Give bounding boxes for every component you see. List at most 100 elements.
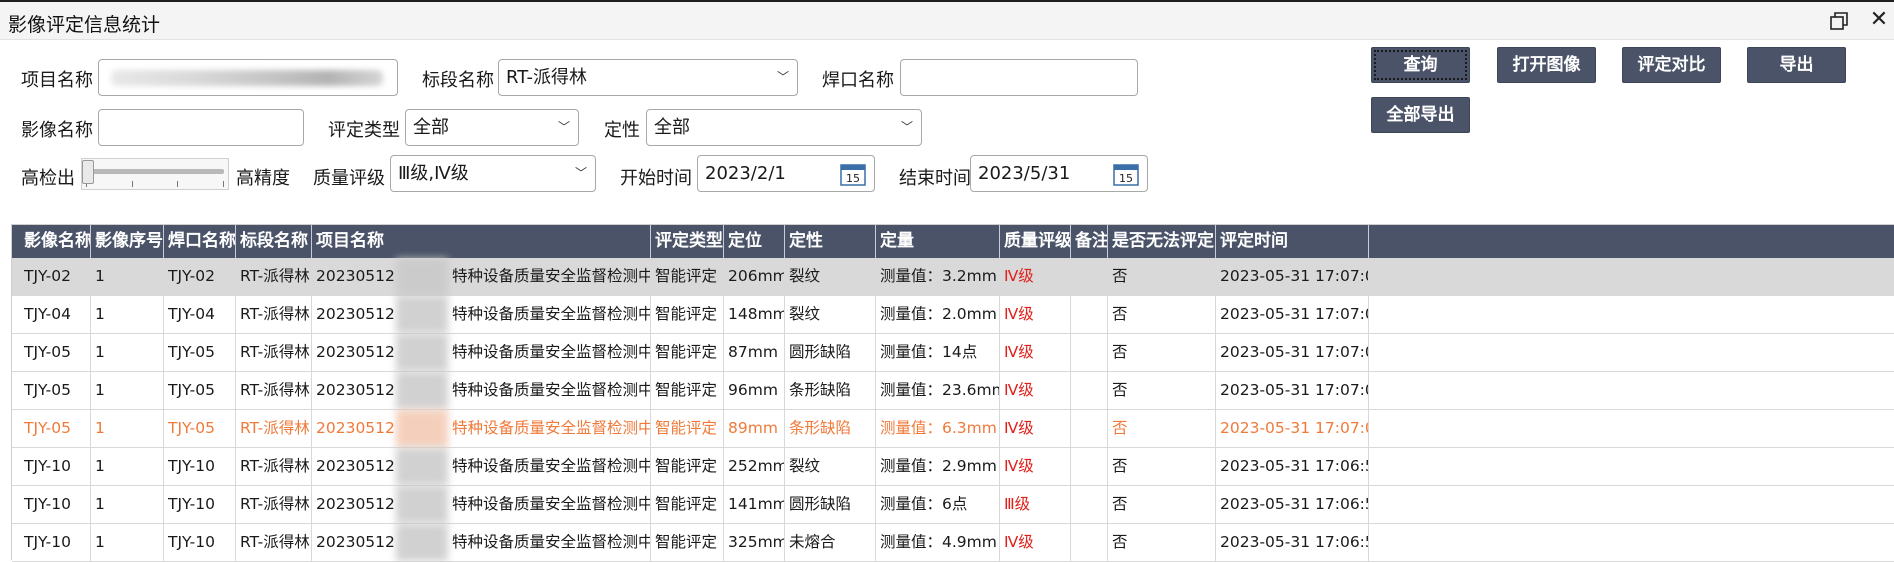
cell-proj_a: 20230512 [316,533,395,551]
svg-text:15: 15 [846,172,860,185]
col-eval-time[interactable]: 评定时间 [1216,225,1369,258]
table-row[interactable]: TJY-10 1 TJY-10 RT-派得林 20230512 特种设备质量安全监督检测中… [12,448,1894,486]
detection-precision-slider[interactable] [81,158,229,190]
close-icon[interactable]: ✕ [1866,8,1892,34]
table-row[interactable]: TJY-10 1 TJY-10 RT-派得林 20230512 特种设备质量安全监督检测中… [12,524,1894,562]
export-button[interactable]: 导出 [1747,47,1846,83]
cell-image: TJY-05 [20,334,91,371]
query-button[interactable]: 查询 [1371,47,1470,83]
cell-unable: 否 [1108,334,1216,371]
cell-quant: 测量值：6点 [876,486,1000,523]
cell-grade: Ⅳ级 [1000,410,1071,447]
cell-time: 2023-05-31 17:06:58 [1216,524,1369,561]
export-all-button[interactable]: 全部导出 [1371,97,1470,133]
calendar-icon[interactable]: 15 [1113,162,1139,186]
redacted-project-segment [396,296,448,333]
cell-nature: 未熔合 [785,524,876,561]
cell-note [1071,258,1108,295]
col-section-name[interactable]: 标段名称 [236,225,312,258]
cell-nature: 裂纹 [785,448,876,485]
open-image-button[interactable]: 打开图像 [1497,47,1596,83]
cell-proj_a: 20230512 [316,381,395,399]
table-row[interactable]: TJY-04 1 TJY-04 RT-派得林 20230512 特种设备质量安全监督检测中… [12,296,1894,334]
cell-image: TJY-05 [20,410,91,447]
cell-section: RT-派得林 [236,410,312,447]
title-bar: 影像评定信息统计 ✕ [0,0,1894,40]
table-row[interactable]: TJY-02 1 TJY-02 RT-派得林 20230512 特种设备质量安全监督检测中… [12,258,1894,296]
quality-grade-select[interactable]: Ⅲ级,Ⅳ级 ﹀ [390,155,596,192]
cell-note [1071,372,1108,409]
cell-time: 2023-05-31 17:07:03 [1216,372,1369,409]
eval-type-select[interactable]: 全部 ﹀ [405,109,579,146]
cell-proj_b: 特种设备质量安全监督检测中心 [448,524,651,561]
slider-thumb[interactable] [82,160,94,184]
cell-proj_b: 特种设备质量安全监督检测中心 [448,410,651,447]
cell-time: 2023-05-31 17:07:03 [1216,334,1369,371]
cell-nature: 条形缺陷 [785,410,876,447]
section-label: 标段名称 [422,70,494,91]
cell-pos: 252mm [724,448,785,485]
cell-weld: TJY-02 [164,258,236,295]
calendar-icon[interactable]: 15 [840,162,866,186]
project-name-input[interactable] [98,59,398,96]
col-project-name[interactable]: 项目名称 [312,225,651,258]
qualitative-select[interactable]: 全部 ﹀ [646,109,922,146]
image-name-label: 影像名称 [21,120,93,141]
chevron-down-icon: ﹀ [557,120,570,134]
cell-unable: 否 [1108,258,1216,295]
section-value: RT-派得林 [506,67,588,88]
weld-name-input[interactable] [900,59,1138,96]
image-name-input[interactable] [98,109,304,146]
col-position[interactable]: 定位 [724,225,785,258]
cell-note [1071,296,1108,333]
col-note[interactable]: 备注 [1071,225,1108,258]
table-row[interactable]: TJY-05 1 TJY-05 RT-派得林 20230512 特种设备质量安全监督检测中… [12,410,1894,448]
cell-quant: 测量值：2.9mm [876,448,1000,485]
col-image-name[interactable]: 影像名称 [20,225,91,258]
table-row[interactable]: TJY-05 1 TJY-05 RT-派得林 20230512 特种设备质量安全监督检测中… [12,372,1894,410]
cell-weld: TJY-10 [164,524,236,561]
high-detect-label: 高检出 [21,168,75,189]
cell-weld: TJY-05 [164,334,236,371]
cell-proj_a: 20230512 [316,267,395,285]
table-row[interactable]: TJY-05 1 TJY-05 RT-派得林 20230512 特种设备质量安全监督检测中… [12,334,1894,372]
table-row[interactable]: TJY-10 1 TJY-10 RT-派得林 20230512 特种设备质量安全监督检测中… [12,486,1894,524]
col-image-seq[interactable]: 影像序号 [91,225,164,258]
cell-proj_a: 20230512 [316,419,395,437]
cell-unable: 否 [1108,410,1216,447]
end-date-picker[interactable]: 2023/5/31 15 [970,155,1148,192]
cell-section: RT-派得林 [236,524,312,561]
cell-grade: Ⅳ级 [1000,524,1071,561]
cell-grade: Ⅲ级 [1000,486,1071,523]
start-date-picker[interactable]: 2023/2/1 15 [697,155,875,192]
cell-proj_b: 特种设备质量安全监督检测中心 [448,486,651,523]
cell-quant: 测量值：6.3mm [876,410,1000,447]
cell-type: 智能评定 [651,258,724,295]
restore-window-icon[interactable] [1826,8,1852,34]
cell-weld: TJY-10 [164,486,236,523]
col-unable[interactable]: 是否无法评定 [1108,225,1216,258]
cell-seq: 1 [91,448,164,485]
col-weld-name[interactable]: 焊口名称 [164,225,236,258]
svg-text:15: 15 [1119,172,1133,185]
col-nature[interactable]: 定性 [785,225,876,258]
col-quantity[interactable]: 定量 [876,225,1000,258]
cell-section: RT-派得林 [236,296,312,333]
cell-image: TJY-10 [20,448,91,485]
cell-time: 2023-05-31 17:07:04 [1216,296,1369,333]
col-quality-grade[interactable]: 质量评级 [1000,225,1071,258]
cell-seq: 1 [91,524,164,561]
cell-seq: 1 [91,410,164,447]
col-eval-type[interactable]: 评定类型 [651,225,724,258]
cell-pos: 87mm [724,334,785,371]
cell-proj_a: 20230512 [316,457,395,475]
cell-image: TJY-10 [20,524,91,561]
section-select[interactable]: RT-派得林 ﹀ [498,59,798,96]
cell-pos: 96mm [724,372,785,409]
cell-weld: TJY-04 [164,296,236,333]
cell-type: 智能评定 [651,372,724,409]
cell-proj_a: 20230512 [316,305,395,323]
cell-seq: 1 [91,486,164,523]
compare-button[interactable]: 评定对比 [1622,47,1721,83]
cell-time: 2023-05-31 17:06:58 [1216,448,1369,485]
